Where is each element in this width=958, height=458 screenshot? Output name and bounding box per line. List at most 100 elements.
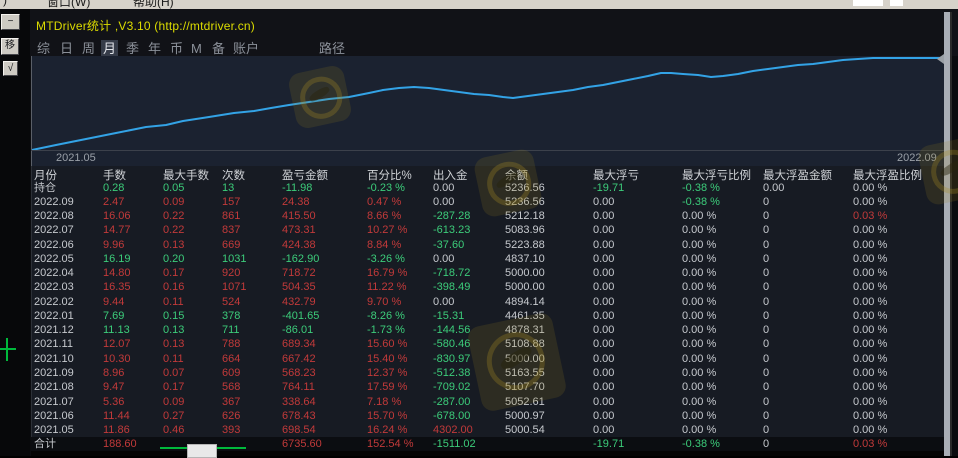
table-cell: 0.13 (163, 337, 184, 351)
tab-季[interactable]: 季 (124, 40, 141, 57)
table-cell: 0.00 (433, 295, 454, 309)
table-cell: 0.00 % (682, 238, 716, 252)
table-row-2021.05[interactable]: 2021.0511.860.46393698.5416.24 %4302.005… (31, 423, 944, 437)
table-row-total[interactable]: 合计188.606735.60152.54 %-1511.02-19.71-0.… (31, 437, 944, 451)
tab-日[interactable]: 日 (58, 40, 75, 57)
tab-币[interactable]: 币 (168, 40, 185, 57)
table-cell: 718.72 (282, 266, 316, 280)
table-cell: 2021.11 (34, 337, 73, 351)
table-cell: 0.00 (433, 181, 454, 195)
table-cell: -580.46 (433, 337, 470, 351)
equity-chart[interactable]: 2021.05 2022.09 (31, 56, 944, 166)
tab-月[interactable]: 月 (101, 40, 118, 57)
table-cell: 8.66 % (367, 209, 401, 223)
table-cell: 2022.08 (34, 209, 74, 223)
table-cell: 0 (763, 409, 769, 423)
tab-综[interactable]: 综 (35, 40, 52, 57)
move-tool-button[interactable]: 移 (1, 38, 19, 55)
check-tool-button[interactable]: √ (3, 61, 18, 76)
table-cell: 2022.09 (34, 195, 74, 209)
table-cell: 678.43 (282, 409, 316, 423)
table-cell: 0.00 (593, 380, 614, 394)
table-cell: 0.00 (433, 195, 454, 209)
tab-备[interactable]: 备 (210, 40, 227, 57)
table-cell: 0.00 % (682, 409, 716, 423)
table-cell: 0.00 % (682, 323, 716, 337)
table-cell: 920 (222, 266, 240, 280)
table-cell: 11.13 (103, 323, 130, 337)
table-row-2021.06[interactable]: 2021.0611.440.27626678.4315.70 %-678.005… (31, 409, 944, 423)
table-cell: 0.00 % (682, 380, 716, 394)
table-cell: 432.79 (282, 295, 316, 309)
table-cell: 0.17 (163, 380, 184, 394)
table-cell: 0 (763, 323, 769, 337)
table-cell: 0.28 (103, 181, 124, 195)
table-row-2022.04[interactable]: 2022.0414.800.17920718.7216.79 %-718.725… (31, 266, 944, 280)
table-cell: 393 (222, 423, 240, 437)
table-cell: -287.00 (433, 395, 470, 409)
table-cell: 152.54 % (367, 437, 413, 451)
table-cell: 2021.05 (34, 423, 74, 437)
tab-M[interactable]: M (189, 40, 204, 57)
table-cell: 4894.14 (505, 295, 545, 309)
table-cell: 2021.06 (34, 409, 74, 423)
table-cell: 24.38 (282, 195, 310, 209)
table-cell: 861 (222, 209, 240, 223)
table-cell: -613.23 (433, 223, 470, 237)
crosshair-icon (0, 348, 16, 350)
table-row-2022.06[interactable]: 2022.069.960.13669424.388.84 %-37.605223… (31, 238, 944, 252)
table-cell: 0.00 % (682, 280, 716, 294)
table-cell: 0.00 % (682, 423, 716, 437)
crosshair-icon (6, 338, 8, 361)
table-cell: 0.00 % (682, 252, 716, 266)
minimize-button[interactable]: − (1, 14, 20, 30)
table-cell: 0 (763, 309, 769, 323)
table-cell: 9.44 (103, 295, 124, 309)
table-cell: 568 (222, 380, 240, 394)
table-cell: 16.19 (103, 252, 131, 266)
table-cell: 6735.60 (282, 437, 322, 451)
table-cell: 2022.03 (34, 280, 74, 294)
table-cell: 0.00 % (853, 252, 887, 266)
vertical-scrollbar[interactable] (944, 12, 952, 456)
watermark-logo (472, 147, 543, 218)
table-cell: 0.00 % (853, 395, 887, 409)
table-cell: 0.00 % (682, 223, 716, 237)
table-cell: 合计 (34, 437, 56, 451)
table-row-2022.07[interactable]: 2022.0714.770.22837473.3110.27 %-613.235… (31, 223, 944, 237)
table-row-2022.01[interactable]: 2022.017.690.15378-401.65-8.26 %-15.3144… (31, 309, 944, 323)
tab-账户[interactable]: 账户 (231, 40, 261, 57)
table-cell: 0.46 (163, 423, 184, 437)
table-cell: 持仓 (34, 181, 56, 195)
table-row-2022.05[interactable]: 2022.0516.190.201031-162.90-3.26 %0.0048… (31, 252, 944, 266)
table-cell: 1071 (222, 280, 246, 294)
equity-curve-line (32, 58, 943, 150)
table-cell: 0.00 (593, 395, 614, 409)
table-cell: 0.00 (593, 423, 614, 437)
table-cell: 16.79 % (367, 266, 407, 280)
table-cell: -678.00 (433, 409, 470, 423)
table-cell: 0.00 % (853, 181, 887, 195)
table-cell: 16.35 (103, 280, 131, 294)
table-cell: 0.00 (593, 209, 614, 223)
table-cell: 2021.09 (34, 366, 74, 380)
table-row-2022.02[interactable]: 2022.029.440.11524432.799.70 %0.004894.1… (31, 295, 944, 309)
table-cell: 664 (222, 352, 240, 366)
table-cell: 0.00 (593, 266, 614, 280)
tab-年[interactable]: 年 (146, 40, 163, 57)
table-cell: 5000.00 (505, 280, 545, 294)
table-cell: -718.72 (433, 266, 470, 280)
table-cell: 7.69 (103, 309, 124, 323)
table-cell: 0 (763, 223, 769, 237)
tab-路径[interactable]: 路径 (317, 40, 347, 57)
table-cell: -86.01 (282, 323, 313, 337)
tab-周[interactable]: 周 (80, 40, 97, 57)
table-cell: 0.00 (763, 181, 784, 195)
table-cell: 12.37 % (367, 366, 407, 380)
table-cell: 0.00 (593, 223, 614, 237)
table-cell: 0 (763, 380, 769, 394)
table-cell: -11.98 (282, 181, 312, 195)
table-cell: 568.23 (282, 366, 316, 380)
table-cell: 8.96 (103, 366, 124, 380)
table-row-2022.03[interactable]: 2022.0316.350.161071504.3511.22 %-398.49… (31, 280, 944, 294)
